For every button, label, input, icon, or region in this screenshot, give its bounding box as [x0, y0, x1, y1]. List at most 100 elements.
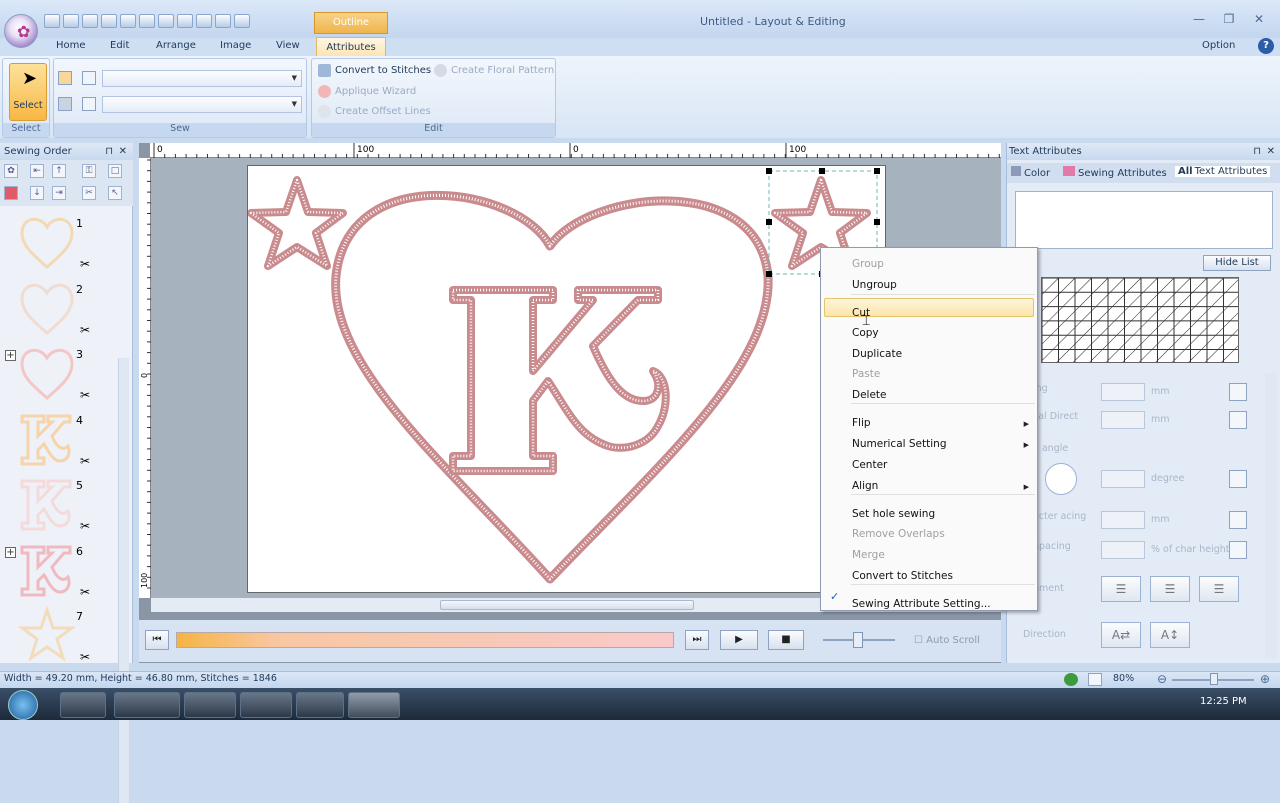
line-color-icon[interactable]: [82, 71, 96, 85]
split-icon[interactable]: ✂: [82, 186, 96, 200]
speed-slider-thumb[interactable]: [853, 632, 863, 648]
create-offset-lines-button[interactable]: Create Offset Lines: [318, 105, 431, 118]
menu-item-numerical-setting[interactable]: Numerical Setting: [852, 438, 947, 450]
tab-sewing-attributes[interactable]: Sewing Attributes: [1063, 166, 1167, 179]
sewing-order-thumb-k[interactable]: [18, 475, 76, 533]
line-sew-icon[interactable]: [58, 71, 72, 85]
angle-input[interactable]: [1101, 470, 1145, 488]
tab-home[interactable]: Home: [56, 40, 86, 51]
align-left-icon[interactable]: ☰: [1101, 576, 1141, 602]
play-icon[interactable]: ▶: [720, 630, 758, 650]
menu-item-align[interactable]: Align: [852, 480, 878, 492]
hide-list-button[interactable]: Hide List: [1203, 255, 1271, 271]
menu-item-sewing-attribute-setting[interactable]: Sewing Attribute Setting...: [852, 598, 991, 610]
vertical-direction-icon[interactable]: A↕: [1150, 622, 1190, 648]
tab-text-attributes[interactable]: All Text Attributes: [1175, 166, 1271, 177]
zoom-in-icon[interactable]: ⊕: [1260, 672, 1270, 686]
menu-item-ungroup[interactable]: Ungroup: [852, 279, 897, 291]
new-icon[interactable]: [44, 14, 60, 28]
size-input[interactable]: [1101, 383, 1145, 401]
applique-wizard-button[interactable]: Applique Wizard: [318, 85, 416, 98]
lock-icon[interactable]: ⚿: [82, 164, 96, 178]
convert-to-stitches-button[interactable]: Convert to Stitches: [318, 64, 431, 77]
option-menu[interactable]: Option: [1202, 40, 1235, 51]
taskbar-app-media[interactable]: [184, 692, 236, 718]
create-floral-pattern-button[interactable]: Create Floral Pattern: [434, 64, 554, 77]
tab-attributes[interactable]: Attributes: [316, 37, 386, 58]
tab-edit[interactable]: Edit: [110, 40, 129, 51]
sewing-order-thumb-k[interactable]: [18, 541, 76, 599]
close-icon[interactable]: ✕: [119, 143, 127, 160]
tab-arrange[interactable]: Arrange: [156, 40, 196, 51]
expand-icon[interactable]: +: [5, 546, 16, 558]
menu-item-set-hole-sewing[interactable]: Set hole sewing: [852, 508, 935, 520]
arrow-icon[interactable]: [196, 14, 212, 28]
tab-color[interactable]: Color: [1011, 166, 1050, 179]
taskbar-app-outlook[interactable]: [296, 692, 344, 718]
vertical-input[interactable]: [1101, 411, 1145, 429]
close-icon[interactable]: ✕: [1246, 10, 1272, 28]
circle-icon[interactable]: [120, 14, 136, 28]
sewing-order-scrollbar[interactable]: [118, 358, 129, 803]
menu-item-duplicate[interactable]: Duplicate: [852, 348, 902, 360]
auto-scroll-checkbox[interactable]: ☐ Auto Scroll: [914, 635, 980, 646]
menu-item-delete[interactable]: Delete: [852, 389, 887, 401]
scroll-thumb[interactable]: [440, 600, 694, 610]
stop-icon[interactable]: ■: [768, 630, 804, 650]
align-right-icon[interactable]: ☰: [1199, 576, 1239, 602]
character-spacing-input[interactable]: [1101, 511, 1145, 529]
menu-item-flip[interactable]: Flip: [852, 417, 871, 429]
apply-icon[interactable]: [1229, 511, 1247, 529]
taskbar-app-embroidery[interactable]: [348, 692, 400, 718]
horizontal-direction-icon[interactable]: A⇄: [1101, 622, 1141, 648]
apply-icon[interactable]: [1229, 541, 1247, 559]
region-sew-type-combo[interactable]: ▼: [102, 96, 302, 113]
zoom-out-icon[interactable]: ⊖: [1157, 672, 1167, 686]
zoom-icon[interactable]: [215, 14, 231, 28]
apply-icon[interactable]: [1229, 411, 1247, 429]
fit-icon[interactable]: [1064, 673, 1078, 686]
minimize-icon[interactable]: —: [1186, 10, 1212, 28]
taskbar-app-chrome[interactable]: [240, 692, 292, 718]
customize-icon[interactable]: [234, 14, 250, 28]
move-up-icon[interactable]: ↑: [52, 164, 66, 178]
sewing-order-thumb-heart[interactable]: [18, 279, 76, 337]
circle-icon[interactable]: [101, 14, 117, 28]
close-icon[interactable]: ✕: [1267, 143, 1275, 160]
taskbar-app-ie[interactable]: [60, 692, 106, 718]
sewing-order-thumb-star[interactable]: [18, 606, 76, 664]
pin-icon[interactable]: ⊓: [1253, 143, 1261, 160]
image-icon[interactable]: [177, 14, 193, 28]
maximize-icon[interactable]: ❐: [1216, 10, 1242, 28]
expand-icon[interactable]: +: [5, 350, 16, 361]
stitch-progress-slider[interactable]: [176, 632, 674, 648]
tab-view[interactable]: View: [276, 40, 300, 51]
view-all-icon[interactable]: ✿: [4, 164, 18, 178]
design-page[interactable]: [247, 165, 886, 593]
line-spacing-input[interactable]: [1101, 541, 1145, 559]
menu-item-center[interactable]: Center: [852, 459, 887, 471]
go-first-icon[interactable]: ⏮: [145, 630, 169, 650]
sewing-order-thumb-heart[interactable]: [18, 344, 76, 402]
start-button[interactable]: [8, 690, 38, 720]
redo-icon[interactable]: [158, 14, 174, 28]
tab-image[interactable]: Image: [220, 40, 251, 51]
line-sew-type-combo[interactable]: ▼: [102, 70, 302, 87]
apply-icon[interactable]: [1229, 470, 1247, 488]
align-center-icon[interactable]: ☰: [1150, 576, 1190, 602]
taskbar-app-explorer[interactable]: [114, 692, 180, 718]
step-forward-icon[interactable]: ⏭: [685, 630, 709, 650]
font-list-grid[interactable]: [1041, 277, 1239, 363]
sewing-order-thumb-heart[interactable]: [18, 213, 76, 271]
pin-icon[interactable]: ⊓: [105, 143, 113, 160]
move-last-icon[interactable]: ⇥: [52, 186, 66, 200]
frame-icon[interactable]: □: [108, 164, 122, 178]
pointer-icon[interactable]: ↖: [108, 186, 122, 200]
move-first-icon[interactable]: ⇤: [30, 164, 44, 178]
panel-scrollbar[interactable]: [1265, 373, 1277, 658]
application-button[interactable]: ✿: [4, 14, 38, 48]
select-button[interactable]: ➤ Select: [9, 63, 47, 121]
move-down-icon[interactable]: ↓: [30, 186, 44, 200]
region-sew-icon[interactable]: [58, 97, 72, 111]
region-color-icon[interactable]: [82, 97, 96, 111]
